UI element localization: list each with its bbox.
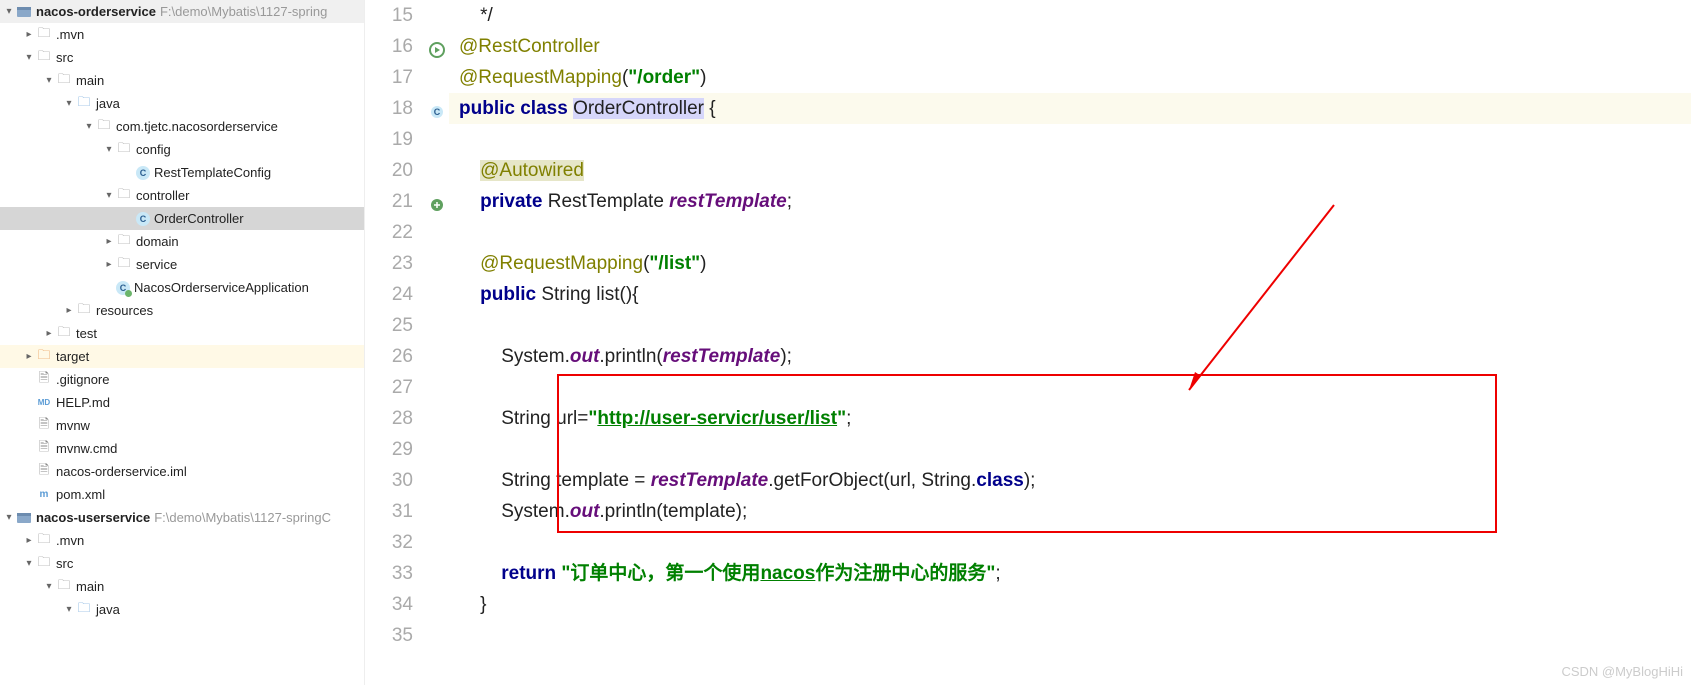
source-folder-icon: 🗀 <box>76 602 92 618</box>
maven-icon: m <box>36 487 52 503</box>
current-line[interactable]: public class OrderController { <box>449 93 1691 124</box>
resources-folder-icon: 🗀 <box>76 303 92 319</box>
tree-iml[interactable]: 🗎nacos-orderservice.iml <box>0 460 364 483</box>
tree-app-class[interactable]: CNacosOrderserviceApplication <box>0 276 364 299</box>
tree-java2[interactable]: ▾🗀java <box>0 598 364 621</box>
folder-icon: 🗀 <box>36 533 52 549</box>
tree-project-userservice[interactable]: ▾ nacos-userservice F:\demo\Mybatis\1127… <box>0 506 364 529</box>
tree-resources[interactable]: ▸🗀resources <box>0 299 364 322</box>
chevron-down-icon[interactable]: ▾ <box>2 512 16 523</box>
chevron-down-icon[interactable]: ▾ <box>102 144 116 155</box>
run-gutter-icon[interactable] <box>425 34 449 65</box>
chevron-down-icon[interactable]: ▾ <box>22 52 36 63</box>
chevron-down-icon[interactable]: ▾ <box>2 6 16 17</box>
folder-icon: 🗀 <box>36 556 52 572</box>
package-icon: 🗀 <box>116 142 132 158</box>
package-icon: 🗀 <box>116 234 132 250</box>
tree-resttemplateconfig[interactable]: CRestTemplateConfig <box>0 161 364 184</box>
project-name: nacos-userservice <box>36 510 150 525</box>
tree-service[interactable]: ▸🗀service <box>0 253 364 276</box>
markdown-icon: MD <box>36 395 52 411</box>
folder-icon: 🗀 <box>56 326 72 342</box>
project-tree[interactable]: ▾ nacos-orderservice F:\demo\Mybatis\112… <box>0 0 365 685</box>
chevron-right-icon[interactable]: ▸ <box>42 328 56 339</box>
source-folder-icon: 🗀 <box>76 96 92 112</box>
chevron-right-icon[interactable]: ▸ <box>22 351 36 362</box>
tree-helpmd[interactable]: MDHELP.md <box>0 391 364 414</box>
tree-ordercontroller[interactable]: COrderController <box>0 207 364 230</box>
chevron-down-icon[interactable]: ▾ <box>22 558 36 569</box>
folder-icon: 🗀 <box>36 27 52 43</box>
project-path: F:\demo\Mybatis\1127-springC <box>154 510 331 525</box>
tree-domain[interactable]: ▸🗀domain <box>0 230 364 253</box>
tree-java[interactable]: ▾🗀java <box>0 92 364 115</box>
tree-mvnw[interactable]: 🗎mvnw <box>0 414 364 437</box>
tree-config[interactable]: ▾🗀config <box>0 138 364 161</box>
code-area[interactable]: */ @RestController @RequestMapping("/ord… <box>449 0 1691 685</box>
tree-controller[interactable]: ▾🗀controller <box>0 184 364 207</box>
iml-icon: 🗎 <box>36 464 52 480</box>
chevron-down-icon[interactable]: ▾ <box>62 98 76 109</box>
tree-pom[interactable]: mpom.xml <box>0 483 364 506</box>
tree-src2[interactable]: ▾🗀src <box>0 552 364 575</box>
chevron-right-icon[interactable]: ▸ <box>62 305 76 316</box>
bean-gutter-icon[interactable] <box>425 189 449 220</box>
tree-mvnwcmd[interactable]: 🗎mvnw.cmd <box>0 437 364 460</box>
file-icon: 🗎 <box>36 418 52 434</box>
gutter-icon-column: C <box>425 0 449 685</box>
file-icon: 🗎 <box>36 441 52 457</box>
chevron-right-icon[interactable]: ▸ <box>102 236 116 247</box>
chevron-right-icon[interactable]: ▸ <box>22 535 36 546</box>
tree-gitignore[interactable]: 🗎.gitignore <box>0 368 364 391</box>
file-icon: 🗎 <box>36 372 52 388</box>
tree-target[interactable]: ▸🗀target <box>0 345 364 368</box>
chevron-right-icon[interactable]: ▸ <box>102 259 116 270</box>
tree-main[interactable]: ▾🗀main <box>0 69 364 92</box>
tree-mvn[interactable]: ▸🗀.mvn <box>0 23 364 46</box>
tree-src[interactable]: ▾🗀src <box>0 46 364 69</box>
chevron-right-icon[interactable]: ▸ <box>22 29 36 40</box>
project-name: nacos-orderservice <box>36 4 156 19</box>
class-icon: C <box>136 166 150 180</box>
tree-main2[interactable]: ▾🗀main <box>0 575 364 598</box>
chevron-down-icon[interactable]: ▾ <box>62 604 76 615</box>
tree-package[interactable]: ▾🗀com.tjetc.nacosorderservice <box>0 115 364 138</box>
tree-mvn2[interactable]: ▸🗀.mvn <box>0 529 364 552</box>
package-icon: 🗀 <box>116 188 132 204</box>
watermark: CSDN @MyBlogHiHi <box>1561 664 1683 679</box>
package-icon: 🗀 <box>96 119 112 135</box>
svg-text:C: C <box>434 107 441 117</box>
code-editor[interactable]: 1516171819202122232425262728293031323334… <box>365 0 1691 685</box>
tree-test[interactable]: ▸🗀test <box>0 322 364 345</box>
class-gutter-icon[interactable]: C <box>425 96 449 127</box>
chevron-down-icon[interactable]: ▾ <box>42 581 56 592</box>
runnable-class-icon: C <box>116 281 130 295</box>
class-icon: C <box>136 212 150 226</box>
chevron-down-icon[interactable]: ▾ <box>42 75 56 86</box>
line-number-gutter: 1516171819202122232425262728293031323334… <box>365 0 425 685</box>
folder-icon: 🗀 <box>56 73 72 89</box>
module-icon <box>16 510 32 526</box>
folder-icon: 🗀 <box>56 579 72 595</box>
excluded-folder-icon: 🗀 <box>36 349 52 365</box>
chevron-down-icon[interactable]: ▾ <box>102 190 116 201</box>
tree-project-orderservice[interactable]: ▾ nacos-orderservice F:\demo\Mybatis\112… <box>0 0 364 23</box>
chevron-down-icon[interactable]: ▾ <box>82 121 96 132</box>
project-path: F:\demo\Mybatis\1127-spring <box>160 4 327 19</box>
module-icon <box>16 4 32 20</box>
folder-icon: 🗀 <box>36 50 52 66</box>
package-icon: 🗀 <box>116 257 132 273</box>
